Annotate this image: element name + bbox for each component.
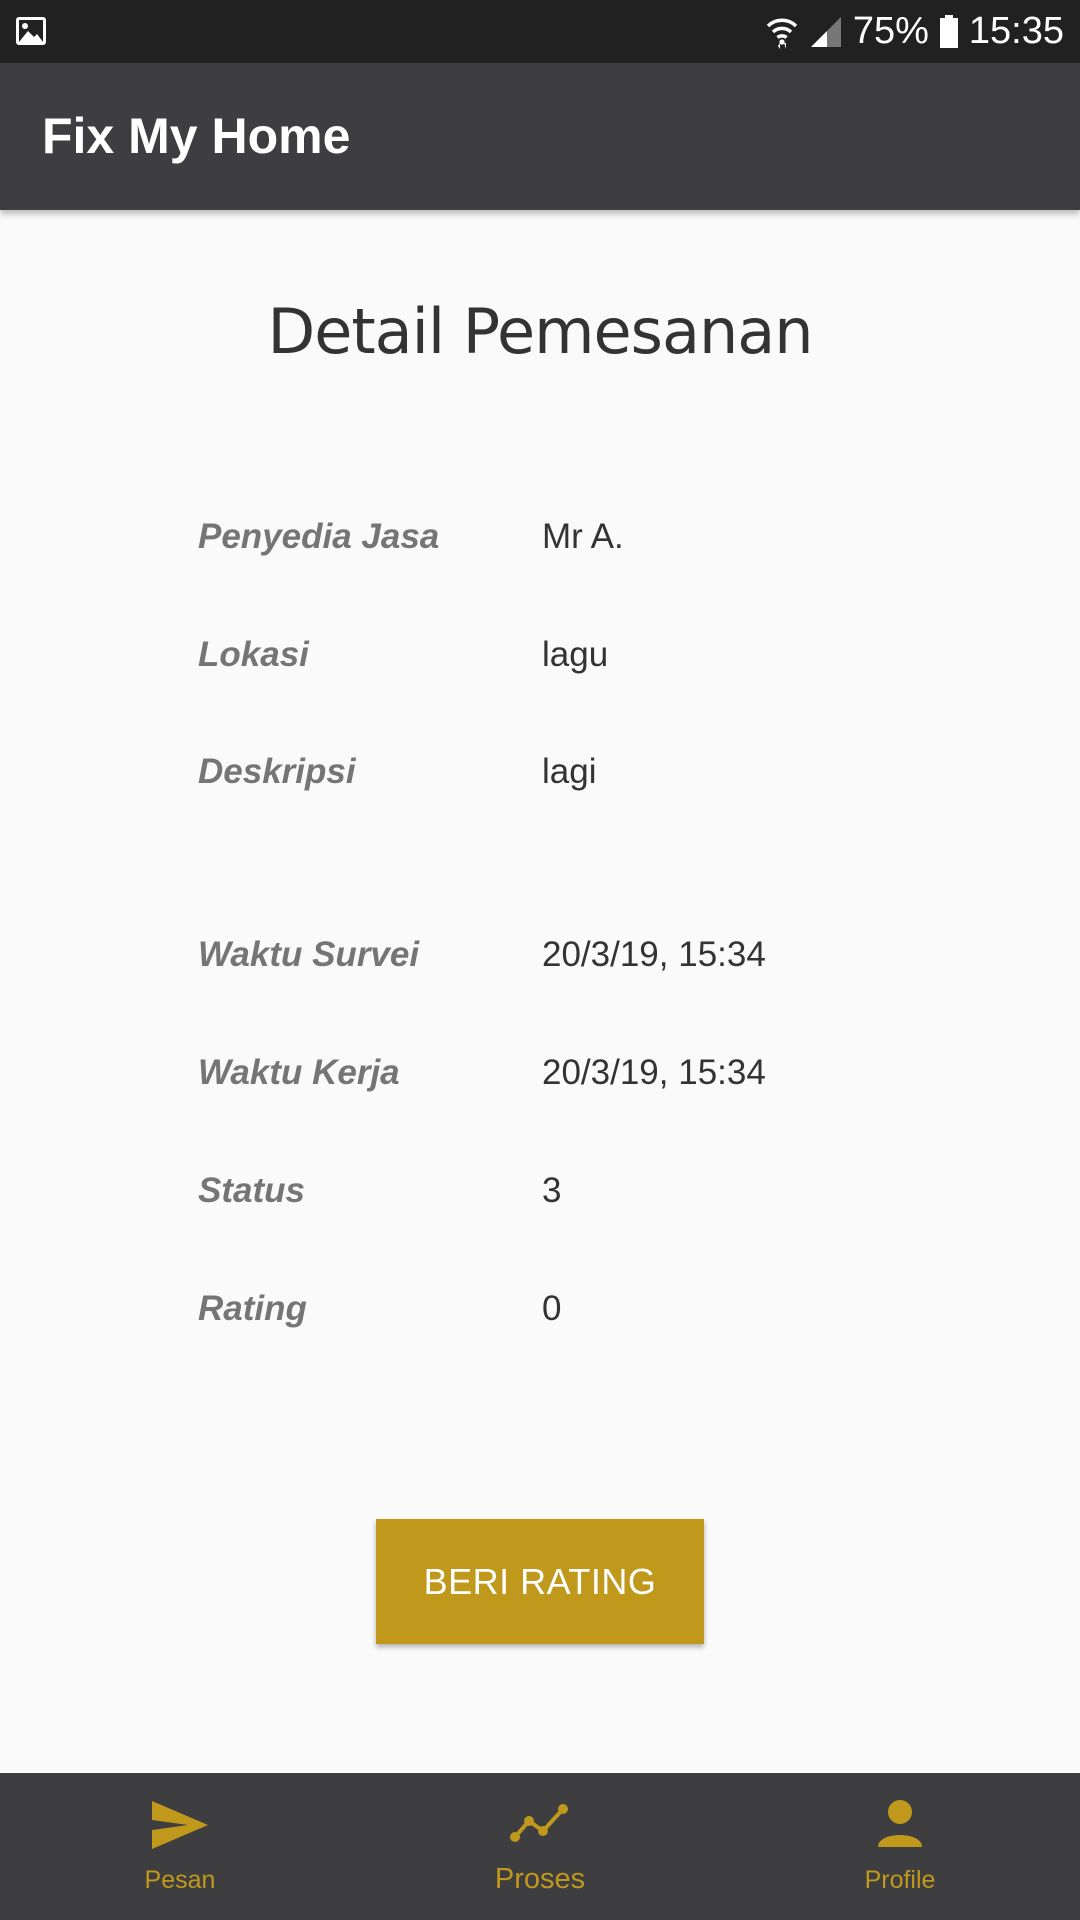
nav-item-proses[interactable]: Proses [360, 1773, 720, 1920]
nav-label: Profile [864, 1866, 936, 1894]
status-bar: 75% 15:35 [0, 0, 1080, 63]
trending-icon [509, 1801, 571, 1850]
detail-value: lagi [542, 752, 597, 791]
status-indicators: 75% 15:35 [765, 0, 1064, 63]
nav-item-pesan[interactable]: Pesan [0, 1773, 360, 1920]
app-title: Fix My Home [42, 108, 351, 164]
detail-label: Status [198, 1171, 305, 1210]
detail-row-lokasi: Lokasi lagu [198, 635, 958, 695]
person-icon [876, 1799, 924, 1854]
battery-level: 75% [852, 10, 929, 52]
signal-icon [809, 15, 843, 49]
detail-row-waktu-survei: Waktu Survei 20/3/19, 15:34 [198, 935, 958, 995]
battery-icon [939, 14, 959, 49]
detail-row-rating: Rating 0 [198, 1289, 958, 1349]
wifi-icon [765, 15, 799, 49]
detail-value: lagu [542, 635, 609, 674]
detail-value: 20/3/19, 15:34 [542, 1053, 766, 1092]
nav-label: Proses [494, 1863, 586, 1895]
detail-row-deskripsi: Deskripsi lagi [198, 752, 958, 812]
detail-label: Lokasi [198, 635, 309, 674]
detail-label: Rating [198, 1289, 307, 1328]
send-icon [150, 1799, 210, 1856]
detail-value: Mr A. [542, 517, 624, 556]
bottom-navigation: Pesan Proses Profile [0, 1773, 1080, 1920]
detail-label: Deskripsi [198, 752, 356, 791]
nav-label: Pesan [144, 1866, 216, 1894]
detail-row-status: Status 3 [198, 1171, 958, 1231]
detail-label: Waktu Kerja [198, 1053, 400, 1092]
nav-item-profile[interactable]: Profile [720, 1773, 1080, 1920]
detail-label: Waktu Survei [198, 935, 420, 974]
give-rating-button[interactable]: BERI RATING [376, 1519, 704, 1644]
clock: 15:35 [968, 10, 1064, 52]
detail-label: Penyedia Jasa [198, 517, 440, 556]
detail-value: 0 [542, 1289, 562, 1328]
detail-row-waktu-kerja: Waktu Kerja 20/3/19, 15:34 [198, 1053, 958, 1113]
page-title: Detail Pemesanan [267, 295, 813, 368]
detail-value: 20/3/19, 15:34 [542, 935, 766, 974]
image-notification-icon [15, 16, 47, 46]
detail-row-penyedia-jasa: Penyedia Jasa Mr A. [198, 517, 958, 577]
app-bar: Fix My Home [0, 63, 1080, 210]
detail-value: 3 [542, 1171, 562, 1210]
